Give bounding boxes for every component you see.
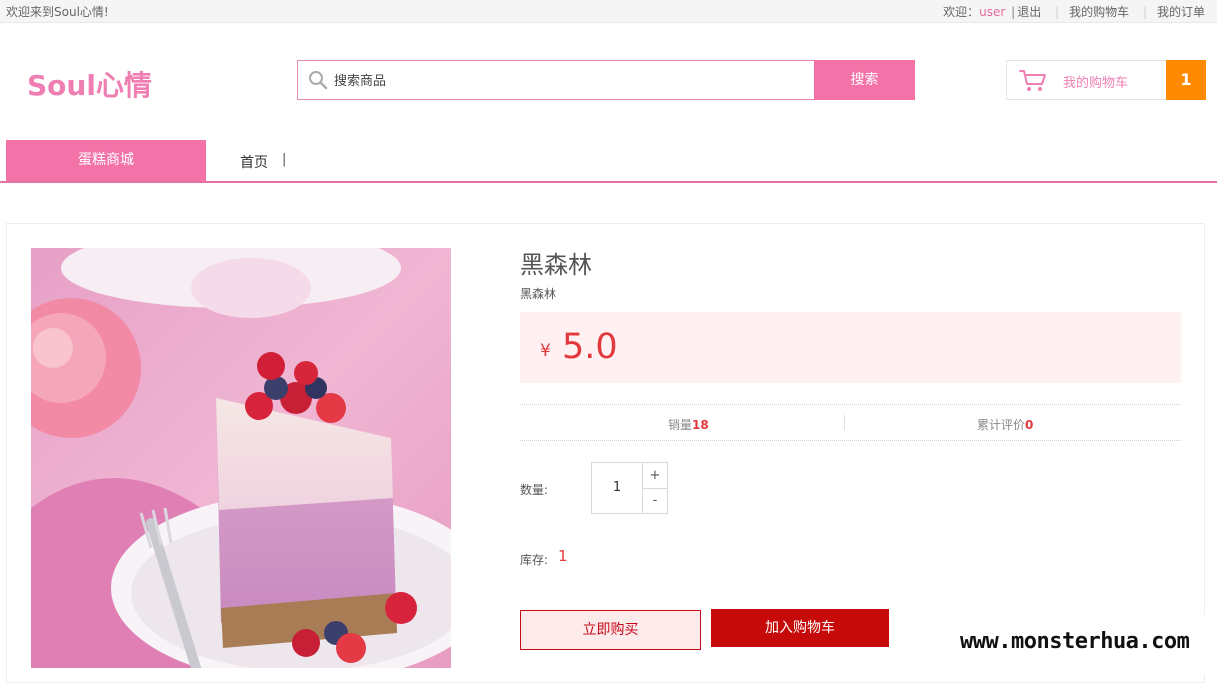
my-cart-link[interactable]: 我的购物车	[1069, 3, 1129, 20]
sales-value: 18	[692, 418, 709, 432]
price-box: ¥ 5.0	[520, 312, 1181, 383]
quantity-input[interactable]: 1	[592, 463, 643, 513]
divider: |	[1011, 5, 1016, 19]
add-to-cart-button[interactable]: 加入购物车	[711, 609, 889, 647]
username-link[interactable]: user	[979, 5, 1005, 19]
search-input[interactable]	[332, 65, 806, 97]
divider: |	[1142, 5, 1147, 19]
watermark: www.monsterhua.com	[956, 615, 1217, 674]
stock-value: 1	[558, 547, 568, 565]
top-bar: 欢迎来到Soul心情! 欢迎：user | 退出 | 我的购物车 | 我的订单	[0, 0, 1217, 23]
search-bar: 搜索	[297, 60, 915, 100]
quantity-decrease-button[interactable]: -	[643, 488, 667, 513]
greeting-label: 欢迎：	[943, 5, 980, 19]
nav-category-tab[interactable]: 蛋糕商城	[6, 140, 206, 181]
product-title: 黑森林	[520, 251, 592, 279]
shopping-cart-icon	[1019, 70, 1046, 91]
logout-link[interactable]: 退出	[1017, 3, 1041, 20]
reviews-label: 累计评价	[977, 418, 1026, 432]
divider: |	[1055, 5, 1060, 19]
nav-home-link[interactable]: 首页	[240, 152, 268, 172]
sales-label: 销量	[668, 418, 693, 432]
watermark-text: www.monsterhua.com	[960, 629, 1190, 654]
quantity-label: 数量:	[520, 483, 549, 497]
product-image	[31, 248, 451, 668]
buy-now-button[interactable]: 立即购买	[520, 610, 701, 650]
main-nav: 蛋糕商城 首页 |	[0, 140, 1217, 183]
cart-count-badge: 1	[1166, 60, 1206, 100]
header-cart-button[interactable]: 我的购物车 1	[1006, 60, 1206, 100]
welcome-text: 欢迎来到Soul心情!	[6, 5, 109, 19]
search-icon	[309, 71, 328, 90]
quantity-increase-button[interactable]: +	[643, 463, 667, 489]
cart-label: 我的购物车	[1063, 76, 1129, 91]
sales-stat: 销量18	[668, 416, 709, 433]
search-button[interactable]: 搜索	[814, 60, 915, 100]
nav-divider: |	[282, 152, 287, 167]
product-subtitle: 黑森林	[520, 287, 557, 301]
currency-symbol: ¥	[540, 341, 551, 361]
my-orders-link[interactable]: 我的订单	[1157, 3, 1205, 20]
reviews-stat: 累计评价0	[977, 416, 1033, 433]
product-stats: 销量18 累计评价0	[520, 404, 1181, 441]
site-logo[interactable]: Soul心情	[27, 64, 152, 104]
product-price: 5.0	[562, 327, 618, 367]
stats-divider	[844, 415, 845, 430]
reviews-value: 0	[1025, 418, 1034, 432]
stock-label: 库存:	[520, 553, 549, 567]
top-bar-links: 欢迎：user | 退出 | 我的购物车 | 我的订单	[943, 3, 1205, 20]
quantity-stepper: 1 + -	[591, 462, 668, 514]
